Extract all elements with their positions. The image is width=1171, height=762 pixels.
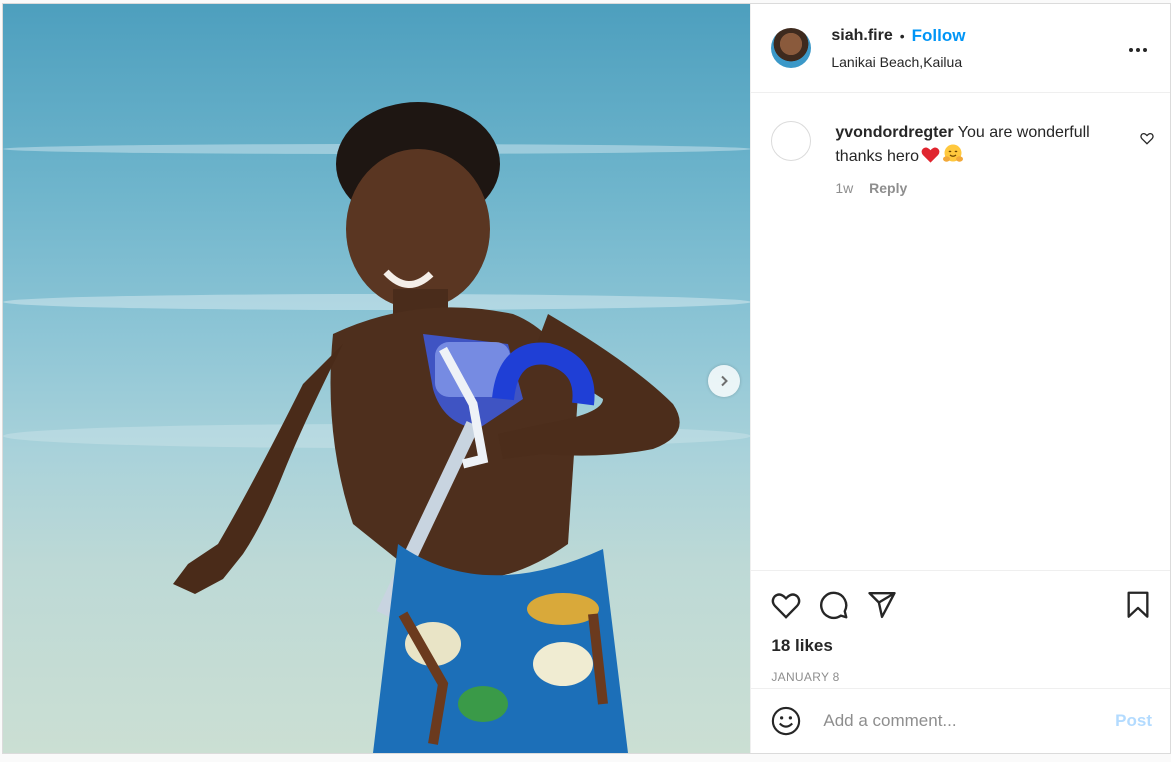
- commenter-username[interactable]: yvondordregter: [835, 124, 953, 141]
- add-comment-bar: Post: [751, 688, 1170, 753]
- post-photo[interactable]: [3, 4, 751, 753]
- red-heart-icon: [921, 147, 940, 163]
- heart-icon[interactable]: [771, 592, 801, 619]
- comment-time: 1w: [835, 180, 854, 196]
- post-actions: 18 likes JANUARY 8: [751, 570, 1170, 688]
- more-horizontal-icon: [1129, 48, 1147, 52]
- post-header: siah.fire • Follow Lanikai Beach,Kailua: [751, 4, 1170, 93]
- author-avatar[interactable]: [771, 28, 812, 68]
- next-photo-button[interactable]: [708, 365, 740, 397]
- likes-count[interactable]: 18 likes: [771, 636, 1154, 656]
- post-location[interactable]: Lanikai Beach,Kailua: [831, 54, 965, 70]
- separator-dot: •: [899, 28, 905, 44]
- like-comment-button[interactable]: [1140, 132, 1154, 150]
- commenter-avatar[interactable]: [771, 121, 812, 161]
- share-icon[interactable]: [867, 591, 897, 619]
- author-username[interactable]: siah.fire: [831, 27, 892, 45]
- emoji-icon[interactable]: [771, 706, 801, 736]
- bookmark-icon: [1127, 591, 1149, 618]
- heart-icon: [1140, 132, 1154, 145]
- reply-button[interactable]: Reply: [869, 180, 907, 196]
- post-sidebar: siah.fire • Follow Lanikai Beach,Kailua …: [750, 4, 1170, 753]
- add-comment-input[interactable]: [821, 710, 1116, 732]
- post-date: JANUARY 8: [771, 670, 840, 684]
- chevron-right-icon: [721, 375, 728, 387]
- post-dialog: siah.fire • Follow Lanikai Beach,Kailua …: [2, 3, 1171, 754]
- more-options-button[interactable]: [1128, 40, 1148, 58]
- comment-icon[interactable]: [819, 590, 849, 620]
- follow-button[interactable]: Follow: [912, 26, 966, 46]
- post-comment-button[interactable]: Post: [1115, 711, 1152, 731]
- hugging-face-icon: [942, 144, 963, 162]
- comment-item: yvondordregter You are wonderfull thanks…: [771, 121, 1154, 200]
- save-button[interactable]: [1126, 591, 1150, 624]
- comments-list: yvondordregter You are wonderfull thanks…: [751, 93, 1170, 570]
- boy-with-snorkel-image: [173, 102, 680, 753]
